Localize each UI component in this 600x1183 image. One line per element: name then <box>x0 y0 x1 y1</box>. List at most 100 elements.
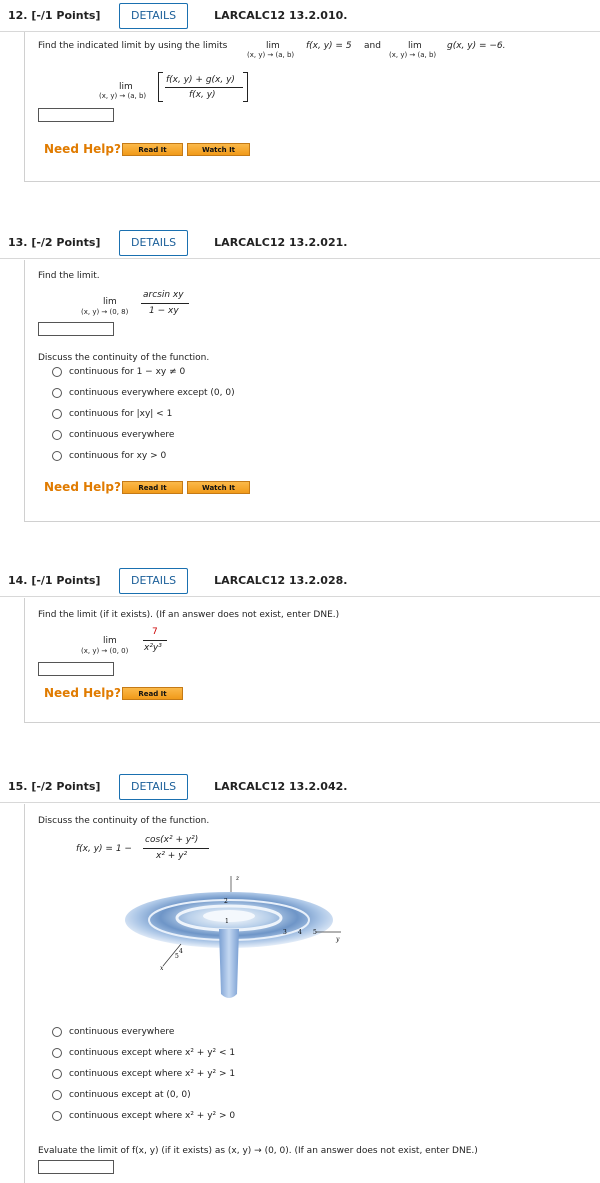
q14-points: 14. [-/1 Points] <box>8 574 101 587</box>
z-axis-label: z <box>235 875 240 882</box>
q12-left-bracket <box>158 72 163 102</box>
z-tick-1: 1 <box>225 918 229 925</box>
q13-option-1[interactable]: continuous for 1 − xy ≠ 0 <box>52 367 185 377</box>
q12-and: and <box>364 41 381 51</box>
q12-right-bracket <box>243 72 248 102</box>
q14-fraction-line <box>143 640 167 641</box>
q13-option-label: continuous for |xy| < 1 <box>69 409 173 419</box>
q12-body: Find the indicated limit by using the li… <box>24 32 600 182</box>
q12-numerator: f(x, y) + g(x, y) <box>166 75 235 85</box>
q12-fraction-line <box>165 87 243 88</box>
y-tick-3: 3 <box>283 929 287 936</box>
q15-option-2[interactable]: continuous except where x² + y² < 1 <box>52 1048 235 1058</box>
q12-header: 12. [-/1 Points] DETAILS LARCALC12 13.2.… <box>0 0 600 32</box>
q13-discuss: Discuss the continuity of the function. <box>38 353 210 363</box>
q15-body: Discuss the continuity of the function. … <box>24 804 600 1183</box>
q12-details-button[interactable]: DETAILS <box>119 2 189 29</box>
q13-numerator: arcsin xy <box>143 290 184 300</box>
q15-evaluate: Evaluate the limit of f(x, y) (if it exi… <box>38 1146 478 1156</box>
q13-points: 13. [-/2 Points] <box>8 236 101 249</box>
q15-reference: LARCALC12 13.2.042. <box>214 780 348 793</box>
radio-button[interactable] <box>52 1090 62 1100</box>
q14-denominator: x²y³ <box>144 643 162 653</box>
q12-watch-it-button[interactable]: Watch It <box>187 143 250 156</box>
q13-watch-it-button[interactable]: Watch It <box>187 481 250 494</box>
y-tick-4: 4 <box>298 929 302 936</box>
q13-header: 13. [-/2 Points] DETAILS LARCALC12 13.2.… <box>0 227 600 259</box>
surface-graph: z 2 1 3 4 5 y 5 4 x <box>125 875 341 998</box>
q12-points: 12. [-/1 Points] <box>8 9 101 22</box>
q15-header: 15. [-/2 Points] DETAILS LARCALC12 13.2.… <box>0 771 600 803</box>
q14-need-help: Need Help? <box>44 686 121 700</box>
q12-sub2: (x, y) → (a, b) <box>389 51 437 59</box>
q13-option-label: continuous everywhere <box>69 430 175 440</box>
q15-details-button[interactable]: DETAILS <box>119 773 189 800</box>
x-tick-4: 4 <box>179 948 183 955</box>
y-axis-label: y <box>335 936 340 943</box>
q13-need-help: Need Help? <box>44 480 121 494</box>
radio-button[interactable] <box>52 367 62 377</box>
radio-button[interactable] <box>52 1048 62 1058</box>
q13-option-4[interactable]: continuous everywhere <box>52 430 174 440</box>
q12-answer-input[interactable] <box>38 108 114 122</box>
q13-answer-input[interactable] <box>38 322 114 336</box>
q15-fx: f(x, y) = 1 − <box>76 844 132 854</box>
q13-details-button[interactable]: DETAILS <box>119 229 189 256</box>
q14-body: Find the limit (if it exists). (If an an… <box>24 598 600 723</box>
q13-option-2[interactable]: continuous everywhere except (0, 0) <box>52 388 235 398</box>
q15-points: 15. [-/2 Points] <box>8 780 101 793</box>
q12-sub1: (x, y) → (a, b) <box>247 51 295 59</box>
q13-read-it-button[interactable]: Read It <box>122 481 183 494</box>
q12-sub3: (x, y) → (a, b) <box>99 92 147 100</box>
q12-denominator: f(x, y) <box>189 90 216 100</box>
q15-option-1[interactable]: continuous everywhere <box>52 1027 174 1037</box>
surface-stem <box>219 929 239 998</box>
q15-denominator: x² + y² <box>156 851 188 861</box>
q12-expr1: f(x, y) = 5 <box>306 41 352 51</box>
radio-button[interactable] <box>52 1027 62 1037</box>
radio-button[interactable] <box>52 1111 62 1121</box>
q13-option-label: continuous everywhere except (0, 0) <box>69 388 235 398</box>
radio-button[interactable] <box>52 430 62 440</box>
q12-lim3: lim <box>119 82 133 92</box>
q15-option-label: continuous everywhere <box>69 1027 175 1037</box>
q13-option-label: continuous for xy > 0 <box>69 451 167 461</box>
q15-answer-input[interactable] <box>38 1160 114 1174</box>
q14-reference: LARCALC12 13.2.028. <box>214 574 348 587</box>
z-tick-2: 2 <box>224 898 228 905</box>
radio-button[interactable] <box>52 388 62 398</box>
q14-sub: (x, y) → (0, 0) <box>81 647 129 655</box>
q12-lim2: lim <box>408 41 422 51</box>
q14-lim: lim <box>103 636 117 646</box>
q15-option-label: continuous except where x² + y² > 1 <box>69 1069 236 1079</box>
q13-sub: (x, y) → (0, 8) <box>81 308 129 316</box>
q13-fraction-line <box>141 303 189 304</box>
q14-details-button[interactable]: DETAILS <box>119 567 189 594</box>
q12-read-it-button[interactable]: Read It <box>122 143 183 156</box>
radio-button[interactable] <box>52 451 62 461</box>
surface-center <box>203 910 255 922</box>
q15-option-label: continuous except at (0, 0) <box>69 1090 191 1100</box>
q13-denominator: 1 − xy <box>149 306 179 316</box>
radio-button[interactable] <box>52 1069 62 1079</box>
q15-option-4[interactable]: continuous except at (0, 0) <box>52 1090 191 1100</box>
radio-button[interactable] <box>52 409 62 419</box>
q12-lim1: lim <box>266 41 280 51</box>
q13-lim: lim <box>103 297 117 307</box>
q13-option-label: continuous for 1 − xy ≠ 0 <box>69 367 186 377</box>
q13-option-5[interactable]: continuous for xy > 0 <box>52 451 166 461</box>
q14-prompt: Find the limit (if it exists). (If an an… <box>38 610 340 620</box>
q14-answer-input[interactable] <box>38 662 114 676</box>
q12-need-help: Need Help? <box>44 142 121 156</box>
q15-numerator: cos(x² + y²) <box>145 835 199 845</box>
q15-option-5[interactable]: continuous except where x² + y² > 0 <box>52 1111 235 1121</box>
q13-prompt: Find the limit. <box>38 271 100 281</box>
q12-prompt: Find the indicated limit by using the li… <box>38 41 228 51</box>
q13-body: Find the limit. lim (x, y) → (0, 8) arcs… <box>24 260 600 522</box>
q12-expr2: g(x, y) = −6. <box>447 41 506 51</box>
q14-read-it-button[interactable]: Read It <box>122 687 183 700</box>
q14-header: 14. [-/1 Points] DETAILS LARCALC12 13.2.… <box>0 565 600 597</box>
q13-option-3[interactable]: continuous for |xy| < 1 <box>52 409 172 419</box>
q15-option-label: continuous except where x² + y² > 0 <box>69 1111 236 1121</box>
q15-option-3[interactable]: continuous except where x² + y² > 1 <box>52 1069 235 1079</box>
